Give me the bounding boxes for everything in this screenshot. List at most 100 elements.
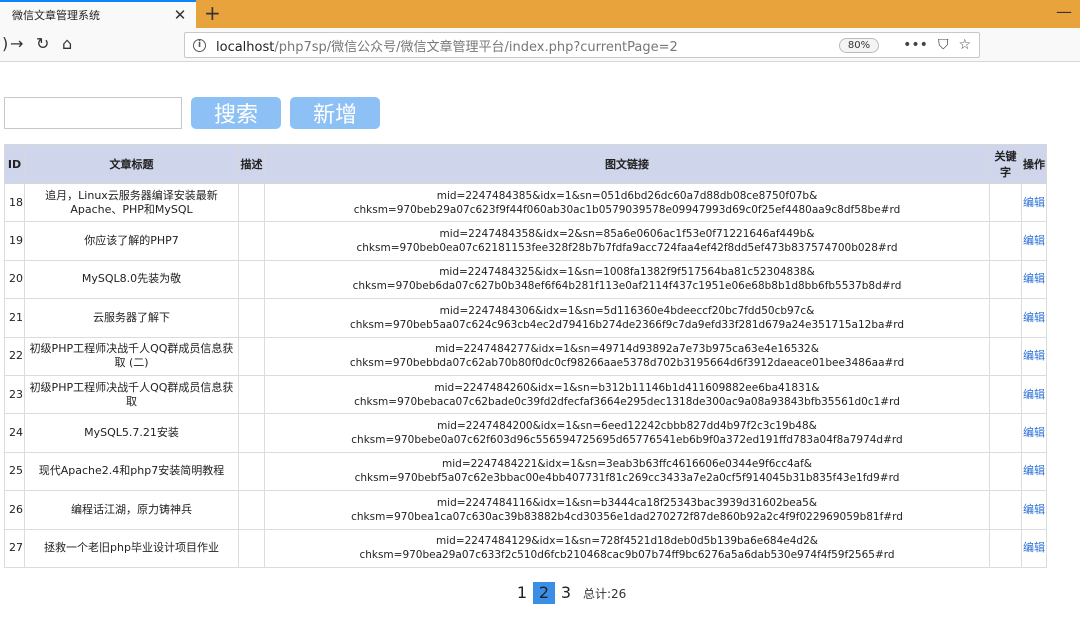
edit-link[interactable]: 编辑	[1022, 272, 1046, 286]
more-actions-icon[interactable]: •••	[903, 37, 928, 53]
cell-desc	[238, 490, 265, 530]
pagination: 1 2 3 总计:26	[511, 582, 626, 604]
cell-title: 初级PHP工程师决战千人QQ群成员信息获取	[24, 374, 239, 415]
link-line-2: chksm=970beb29a07c623f9f44f060ab30ac1b05…	[353, 203, 901, 216]
cell-keyword	[989, 221, 1022, 261]
link-line-1: mid=2247484277&idx=1&sn=49714d93892a7e73…	[435, 343, 819, 356]
edit-link[interactable]: 编辑	[1022, 196, 1046, 210]
cell-title: 编程话江湖，原力铸神兵	[24, 490, 239, 530]
cell-desc	[238, 259, 265, 300]
cell-op: 编辑	[1021, 259, 1047, 300]
url-path: /php7sp/微信公众号/微信文章管理平台/index.php?current…	[274, 39, 678, 55]
cell-op: 编辑	[1021, 298, 1047, 338]
cell-title: 初级PHP工程师决战千人QQ群成员信息获取 (二)	[24, 336, 239, 376]
cell-desc	[238, 374, 265, 415]
link-line-1: mid=2247484200&idx=1&sn=6eed12242cbbb827…	[437, 420, 817, 433]
cell-id: 26	[4, 490, 25, 530]
cell-title: MySQL8.0先装为敬	[24, 259, 239, 300]
table-row: 22 初级PHP工程师决战千人QQ群成员信息获取 (二) mid=224748427…	[4, 336, 1047, 376]
forward-icon[interactable]: →	[10, 35, 23, 53]
cell-link: mid=2247484221&idx=1&sn=3eab3b63ffc46166…	[264, 451, 990, 492]
page-link-2-current[interactable]: 2	[533, 582, 555, 604]
link-line-1: mid=2247484385&idx=1&sn=051d6bd26dc60a7d…	[436, 189, 818, 202]
cell-desc	[238, 413, 265, 453]
cell-keyword	[989, 259, 1022, 300]
cell-desc	[238, 298, 265, 338]
cell-id: 24	[4, 413, 25, 453]
page-link-1[interactable]: 1	[511, 582, 533, 604]
link-line-1: mid=2247484221&idx=1&sn=3eab3b63ffc46166…	[442, 458, 812, 471]
search-button[interactable]: 搜索	[191, 97, 281, 129]
link-line-2: chksm=970beb6da07c627b0b348ef6f64b281f11…	[352, 280, 902, 293]
header-desc: 描述	[238, 144, 265, 184]
cell-link: mid=2247484200&idx=1&sn=6eed12242cbbb827…	[264, 413, 990, 453]
link-line-2: chksm=970bebbda07c62ab70b80f0dc0cf98266a…	[349, 357, 905, 370]
table-row: 27 拯救一个老旧php毕业设计项目作业 mid=2247484129&idx=1&…	[4, 528, 1047, 568]
cell-link: mid=2247484385&idx=1&sn=051d6bd26dc60a7d…	[264, 182, 990, 223]
cell-title: MySQL5.7.21安装	[24, 413, 239, 453]
edit-link[interactable]: 编辑	[1022, 311, 1046, 325]
table-row: 18 追月，Linux云服务器编译安装最新Apache、PHP和MySQL mid=…	[4, 182, 1047, 223]
cell-link: mid=2247484260&idx=1&sn=b312b11146b1d411…	[264, 374, 990, 415]
link-line-1: mid=2247484260&idx=1&sn=b312b11146b1d411…	[434, 381, 820, 394]
bookmark-star-icon[interactable]: ☆	[958, 37, 971, 53]
pocket-icon[interactable]: ⛉	[938, 37, 949, 53]
link-line-1: mid=2247484358&idx=2&sn=85a6e0606ac1f53e…	[439, 228, 815, 241]
back-icon[interactable]: )	[2, 35, 8, 53]
search-input[interactable]	[4, 97, 182, 129]
link-line-2: chksm=970bebf5a07c62e3bbac00e4bb407731f8…	[354, 472, 900, 485]
page-link-3[interactable]: 3	[555, 582, 577, 604]
link-line-1: mid=2247484325&idx=1&sn=1008fa1382f9f517…	[439, 266, 815, 279]
browser-tab[interactable]: 微信文章管理系统 ✕	[0, 0, 196, 28]
cell-id: 18	[4, 182, 25, 223]
cell-desc	[238, 451, 265, 492]
home-icon[interactable]: ⌂	[62, 35, 72, 53]
cell-desc	[238, 221, 265, 261]
edit-link[interactable]: 编辑	[1022, 464, 1046, 478]
cell-title: 追月，Linux云服务器编译安装最新Apache、PHP和MySQL	[24, 182, 239, 223]
cell-title: 拯救一个老旧php毕业设计项目作业	[24, 528, 239, 568]
url-bar[interactable]: i localhost/php7sp/微信公众号/微信文章管理平台/index.…	[184, 32, 980, 58]
cell-title: 你应该了解的PHP7	[24, 221, 239, 261]
cell-op: 编辑	[1021, 221, 1047, 261]
edit-link[interactable]: 编辑	[1022, 541, 1046, 555]
url-text[interactable]: localhost/php7sp/微信公众号/微信文章管理平台/index.ph…	[216, 36, 839, 55]
edit-link[interactable]: 编辑	[1022, 234, 1046, 248]
zoom-level[interactable]: 80%	[838, 37, 880, 53]
table-row: 20 MySQL8.0先装为敬 mid=2247484325&idx=1&sn=10…	[4, 259, 1047, 300]
minimize-icon[interactable]: —	[1056, 2, 1072, 21]
edit-link[interactable]: 编辑	[1022, 349, 1046, 363]
edit-link[interactable]: 编辑	[1022, 388, 1046, 402]
table-row: 21 云服务器了解下 mid=2247484306&idx=1&sn=5d11636…	[4, 298, 1047, 338]
cell-keyword	[989, 528, 1022, 568]
reload-icon[interactable]: ↻	[36, 35, 49, 53]
link-line-1: mid=2247484116&idx=1&sn=b3444ca18f25343b…	[436, 496, 818, 509]
cell-op: 编辑	[1021, 374, 1047, 415]
link-line-2: chksm=970beb0ea07c62181153fee328f28b7b7f…	[356, 242, 898, 255]
table-row: 19 你应该了解的PHP7 mid=2247484358&idx=2&sn=85a6…	[4, 221, 1047, 261]
articles-table: ID 文章标题 描述 图文链接 关键字 操作 18 追月，Linux云服务器编译安…	[4, 144, 1047, 568]
cell-link: mid=2247484306&idx=1&sn=5d116360e4bdeecc…	[264, 298, 990, 338]
add-button[interactable]: 新增	[290, 97, 380, 129]
edit-link[interactable]: 编辑	[1022, 503, 1046, 517]
link-line-2: chksm=970bebe0a07c62f603d96c556594725695…	[351, 434, 903, 447]
new-tab-icon[interactable]: +	[204, 2, 221, 24]
cell-op: 编辑	[1021, 490, 1047, 530]
link-line-2: chksm=970beb5aa07c624c963cb4ec2d79416b27…	[349, 318, 905, 331]
close-tab-icon[interactable]: ✕	[172, 6, 188, 24]
cell-link: mid=2247484116&idx=1&sn=b3444ca18f25343b…	[264, 490, 990, 530]
cell-keyword	[989, 298, 1022, 338]
table-header-row: ID 文章标题 描述 图文链接 关键字 操作	[4, 144, 1047, 184]
total-count: 总计:26	[583, 586, 627, 601]
cell-title: 云服务器了解下	[24, 298, 239, 338]
cell-op: 编辑	[1021, 336, 1047, 376]
link-line-1: mid=2247484129&idx=1&sn=728f4521d18deb0d…	[436, 535, 818, 548]
cell-op: 编辑	[1021, 182, 1047, 223]
info-icon[interactable]: i	[193, 38, 206, 52]
header-op: 操作	[1021, 144, 1047, 184]
cell-keyword	[989, 336, 1022, 376]
cell-desc	[238, 182, 265, 223]
header-id: ID	[4, 144, 25, 184]
browser-tab-bar: 微信文章管理系统 ✕ + —	[0, 0, 1080, 28]
edit-link[interactable]: 编辑	[1022, 426, 1046, 440]
